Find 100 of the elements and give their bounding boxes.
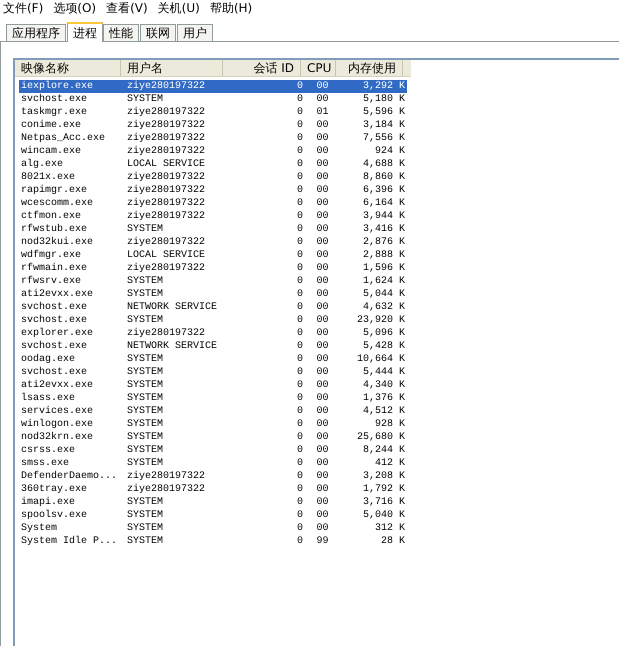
process-row[interactable]: oodag.exe SYSTEM 0 00 10,664 K <box>19 353 407 366</box>
process-row[interactable]: csrss.exe SYSTEM 0 00 8,244 K <box>19 444 407 457</box>
table-cell-text: rapimgr.exe <box>20 184 88 197</box>
table-cell-text: 00 <box>315 483 330 496</box>
tab[interactable]: 应用程序 <box>6 24 66 41</box>
menu-item[interactable]: 查看(V) <box>103 2 151 14</box>
process-row[interactable]: svchost.exe NETWORK SERVICE 0 00 4,632 K <box>19 301 407 314</box>
process-row[interactable]: smss.exe SYSTEM 0 00 412 K <box>19 457 407 470</box>
process-row[interactable]: 8021x.exe ziye280197322 0 00 8,860 K <box>19 171 407 184</box>
process-row[interactable]: ati2evxx.exe SYSTEM 0 00 4,340 K <box>19 379 407 392</box>
process-row[interactable]: svchost.exe SYSTEM 0 00 5,180 K <box>19 93 407 106</box>
process-row[interactable]: winlogon.exe SYSTEM 0 00 928 K <box>19 418 407 431</box>
process-row[interactable]: services.exe SYSTEM 0 00 4,512 K <box>19 405 407 418</box>
table-cell-text: winlogon.exe <box>20 418 94 431</box>
process-row[interactable]: taskmgr.exe ziye280197322 0 01 5,596 K <box>19 106 407 119</box>
table-cell-text: ziye280197322 <box>126 262 206 275</box>
table-cell-text: 0 <box>296 405 304 418</box>
process-row[interactable]: nod32kui.exe ziye280197322 0 00 2,876 K <box>19 236 407 249</box>
tab[interactable]: 性能 <box>103 24 139 41</box>
column-header[interactable]: 用户名 <box>121 60 223 76</box>
table-cell-text: 924 K <box>374 145 406 158</box>
process-row[interactable]: spoolsv.exe SYSTEM 0 00 5,040 K <box>19 509 407 522</box>
tab[interactable]: 联网 <box>140 24 176 41</box>
table-cell-text: ziye280197322 <box>126 483 206 496</box>
column-header[interactable]: 映像名称 <box>15 60 121 76</box>
table-cell-text: SYSTEM <box>126 223 164 236</box>
table-cell-text: 00 <box>315 132 330 145</box>
process-row[interactable]: wcescomm.exe ziye280197322 0 00 6,164 K <box>19 197 407 210</box>
table-cell-text: 00 <box>315 223 330 236</box>
process-row[interactable]: ati2evxx.exe SYSTEM 0 00 5,044 K <box>19 288 407 301</box>
table-cell-text: 3,292 K <box>362 80 406 93</box>
table-cell-text: explorer.exe <box>20 327 94 340</box>
table-cell-text: 0 <box>296 132 304 145</box>
table-cell-text: 0 <box>296 457 304 470</box>
process-row[interactable]: rfwstub.exe SYSTEM 0 00 3,416 K <box>19 223 407 236</box>
process-row[interactable]: wdfmgr.exe LOCAL SERVICE 0 00 2,888 K <box>19 249 407 262</box>
process-row[interactable]: alg.exe LOCAL SERVICE 0 00 4,688 K <box>19 158 407 171</box>
table-cell-text: 0 <box>296 171 304 184</box>
table-cell-text: ati2evxx.exe <box>20 288 94 301</box>
table-cell-text: 0 <box>296 483 304 496</box>
process-row[interactable]: System Idle P... SYSTEM 0 99 28 K <box>19 535 407 548</box>
column-header[interactable]: 内存使用 <box>336 60 403 76</box>
process-row[interactable]: Netpas_Acc.exe ziye280197322 0 00 7,556 K <box>19 132 407 145</box>
process-row[interactable]: rfwmain.exe ziye280197322 0 00 1,596 K <box>19 262 407 275</box>
table-cell-text: 00 <box>315 496 330 509</box>
process-row[interactable]: imapi.exe SYSTEM 0 00 3,716 K <box>19 496 407 509</box>
table-cell-text: 0 <box>296 418 304 431</box>
menu-item[interactable]: 文件(F) <box>0 2 46 14</box>
menu-item[interactable]: 选项(O) <box>50 2 100 14</box>
process-row[interactable]: conime.exe ziye280197322 0 00 3,184 K <box>19 119 407 132</box>
table-cell-text: SYSTEM <box>126 535 164 548</box>
process-row[interactable]: ctfmon.exe ziye280197322 0 00 3,944 K <box>19 210 407 223</box>
tab[interactable]: 进程 <box>67 22 103 42</box>
process-row[interactable]: rapimgr.exe ziye280197322 0 00 6,396 K <box>19 184 407 197</box>
menu-item[interactable]: 帮助(H) <box>206 2 256 14</box>
table-cell-text: ziye280197322 <box>126 106 206 119</box>
column-header[interactable]: 会话 ID <box>223 60 301 76</box>
table-cell-text: 5,596 K <box>362 106 406 119</box>
table-cell-text: 0 <box>296 288 304 301</box>
table-cell-text: 3,944 K <box>362 210 406 223</box>
table-cell-text: 00 <box>315 197 330 210</box>
process-row[interactable]: DefenderDaemo... ziye280197322 0 00 3,208 K <box>19 470 407 483</box>
table-cell-text: SYSTEM <box>126 405 164 418</box>
table-cell-text: 00 <box>315 275 330 288</box>
process-row[interactable]: wincam.exe ziye280197322 0 00 924 K <box>19 145 407 158</box>
process-row[interactable]: svchost.exe NETWORK SERVICE 0 00 5,428 K <box>19 340 407 353</box>
table-cell-text: 00 <box>315 301 330 314</box>
process-row[interactable]: 360tray.exe ziye280197322 0 00 1,792 K <box>19 483 407 496</box>
process-row[interactable]: System SYSTEM 0 00 312 K <box>19 522 407 535</box>
table-cell-text: Netpas_Acc.exe <box>20 132 106 145</box>
process-row[interactable]: lsass.exe SYSTEM 0 00 1,376 K <box>19 392 407 405</box>
process-row[interactable]: rfwsrv.exe SYSTEM 0 00 1,624 K <box>19 275 407 288</box>
table-cell-text: 0 <box>296 314 304 327</box>
table-cell-text: 00 <box>315 288 330 301</box>
table-cell-text: LOCAL SERVICE <box>126 158 206 171</box>
table-cell-text: 1,624 K <box>362 275 406 288</box>
process-row[interactable]: explorer.exe ziye280197322 0 00 5,096 K <box>19 327 407 340</box>
table-cell-text: ziye280197322 <box>126 171 206 184</box>
table-cell-text: 00 <box>315 249 330 262</box>
process-row[interactable]: nod32krn.exe SYSTEM 0 00 25,680 K <box>19 431 407 444</box>
table-cell-text: 00 <box>315 119 330 132</box>
process-row[interactable]: iexplore.exe ziye280197322 0 00 3,292 K <box>19 80 407 93</box>
column-header[interactable]: CPU <box>301 60 336 76</box>
table-cell-text: LOCAL SERVICE <box>126 249 206 262</box>
process-row[interactable]: svchost.exe SYSTEM 0 00 5,444 K <box>19 366 407 379</box>
table-cell-text: nod32krn.exe <box>20 431 94 444</box>
table-cell-text: 0 <box>296 119 304 132</box>
process-row[interactable]: svchost.exe SYSTEM 0 00 23,920 K <box>19 314 407 327</box>
tab[interactable]: 用户 <box>177 24 213 41</box>
menu-item[interactable]: 关机(U) <box>154 2 203 14</box>
table-cell-text: SYSTEM <box>126 366 164 379</box>
table-cell-text: 00 <box>315 327 330 340</box>
table-cell-text: 412 K <box>374 457 406 470</box>
table-cell-text: 5,096 K <box>362 327 406 340</box>
table-cell-text: 0 <box>296 470 304 483</box>
table-cell-text: SYSTEM <box>126 392 164 405</box>
table-cell-text: 00 <box>315 236 330 249</box>
table-cell-text: ziye280197322 <box>126 184 206 197</box>
table-cell-text: 00 <box>315 262 330 275</box>
table-cell-text: 0 <box>296 366 304 379</box>
